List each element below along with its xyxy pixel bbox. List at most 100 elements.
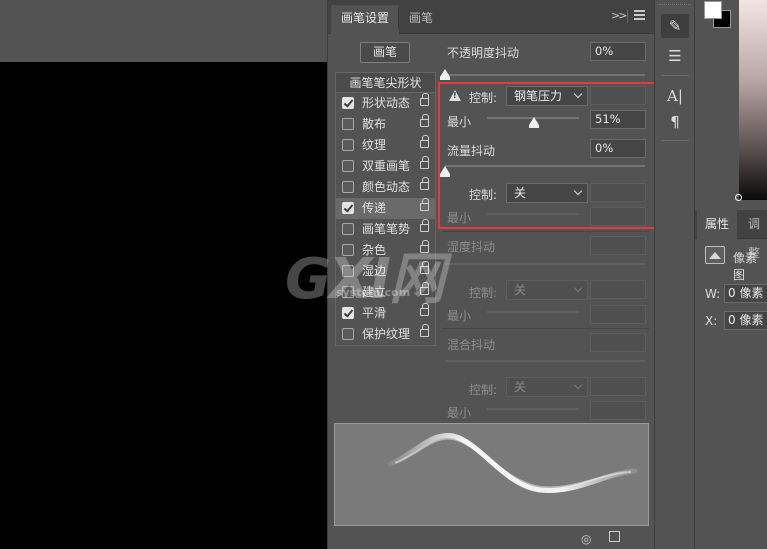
brush-tip-shape-header[interactable]: 画笔笔尖形状	[335, 72, 436, 93]
brush-presets-button[interactable]: 画笔	[360, 42, 410, 63]
warning-icon	[449, 90, 461, 101]
option-transfer[interactable]: 传递	[336, 198, 435, 219]
canvas-top-strip	[0, 0, 327, 62]
minimum-input	[590, 401, 646, 420]
divider	[442, 231, 649, 232]
lock-icon[interactable]	[420, 198, 429, 211]
paragraph-icon[interactable]: ¶	[661, 110, 689, 134]
panel-bottom-bar: ◎	[328, 530, 655, 549]
tab-brush-settings[interactable]: 画笔设置	[331, 5, 400, 34]
lock-icon[interactable]	[420, 156, 429, 169]
pixel-layer-icon	[705, 246, 725, 264]
option-label: 形状动态	[362, 96, 411, 110]
option-texture[interactable]: 纹理	[336, 135, 435, 156]
x-input[interactable]: 0 像素	[724, 311, 767, 330]
option-protect-texture[interactable]: 保护纹理	[336, 324, 435, 345]
chevron-down-icon	[573, 283, 583, 293]
flow-jitter-slider[interactable]	[445, 165, 645, 167]
lock-icon[interactable]	[420, 219, 429, 232]
new-brush-icon[interactable]	[609, 531, 620, 542]
minimum-slider	[487, 213, 579, 215]
document-canvas[interactable]	[0, 62, 327, 549]
option-label: 双重画笔	[362, 159, 411, 173]
opacity-jitter-input[interactable]: 0%	[590, 42, 646, 61]
checkbox[interactable]	[342, 202, 354, 214]
tab-brush[interactable]: 画笔	[398, 7, 443, 29]
select-value: 关	[514, 186, 527, 200]
select-value: 关	[514, 283, 527, 297]
x-label: X:	[705, 314, 718, 328]
brush-presets-icon[interactable]: ☰	[661, 44, 689, 68]
option-label: 纹理	[362, 138, 387, 152]
chevron-down-icon	[573, 186, 583, 196]
checkbox[interactable]	[342, 328, 354, 340]
checkbox[interactable]	[342, 181, 354, 193]
flow-jitter-slider-thumb[interactable]	[440, 166, 450, 177]
character-icon[interactable]: A|	[661, 84, 689, 108]
panel-tabbar: 画笔设置 画笔 >>	[328, 0, 655, 34]
minimum-input[interactable]: 51%	[590, 110, 646, 129]
checkbox[interactable]	[342, 118, 354, 130]
mix-jitter-label: 混合抖动	[447, 338, 496, 352]
minimum-label: 最小	[447, 406, 472, 420]
panel-menu-icon[interactable]	[634, 10, 645, 20]
wetness-jitter-label: 湿度抖动	[447, 240, 496, 254]
select-value: 关	[514, 380, 527, 394]
minimum-slider	[487, 408, 579, 410]
option-scattering[interactable]: 散布	[336, 114, 435, 135]
checkbox[interactable]	[342, 139, 354, 151]
color-picker-field[interactable]	[735, 0, 767, 201]
minimum-slider-thumb[interactable]	[528, 117, 539, 128]
mix-jitter-input	[590, 333, 646, 352]
wetness-control-select: 关	[506, 280, 588, 300]
option-shape-dynamics[interactable]: 形状动态	[336, 93, 435, 114]
minimum-label: 最小	[447, 115, 472, 129]
lock-icon[interactable]	[420, 135, 429, 148]
color-picker-marker[interactable]	[735, 194, 742, 201]
checkbox[interactable]	[342, 160, 354, 172]
width-input[interactable]: 0 像素	[724, 284, 767, 303]
flow-jitter-input[interactable]: 0%	[590, 139, 646, 158]
control-label: 控制:	[469, 91, 498, 105]
tab-adjustments[interactable]: 调整	[740, 210, 767, 260]
wetness-jitter-slider	[445, 263, 645, 265]
mix-control-select: 关	[506, 377, 588, 397]
opacity-control-select[interactable]: 钢笔压力	[506, 86, 588, 106]
minimum-input	[590, 305, 646, 324]
watermark-logo: GXI网	[285, 247, 445, 312]
option-dual-brush[interactable]: 双重画笔	[336, 156, 435, 177]
lock-icon[interactable]	[420, 114, 429, 127]
lock-icon[interactable]	[420, 177, 429, 190]
brush-stroke-preview-graphic	[387, 433, 638, 494]
watermark-text: system.com	[336, 286, 411, 299]
panel-icon-strip: ✎ ☰ A| ¶	[654, 0, 694, 549]
flow-control-select[interactable]: 关	[506, 183, 588, 203]
minimum-input	[590, 207, 646, 226]
chevron-down-icon	[573, 380, 583, 390]
opacity-jitter-slider-thumb[interactable]	[440, 69, 450, 80]
option-label: 保护纹理	[362, 327, 411, 341]
width-label: W:	[705, 287, 721, 301]
foreground-color-swatch[interactable]	[704, 1, 722, 19]
checkbox[interactable]	[342, 97, 354, 109]
divider	[661, 140, 689, 141]
control-3-extra-field	[590, 280, 646, 299]
tabbar-divider	[627, 10, 628, 23]
select-value: 钢笔压力	[514, 89, 563, 103]
control-1-extra-field[interactable]	[590, 86, 646, 105]
chevron-down-icon	[573, 89, 583, 99]
opacity-jitter-label: 不透明度抖动	[447, 46, 520, 60]
lock-icon[interactable]	[420, 324, 429, 337]
collapse-panel-icon[interactable]: >>	[611, 9, 628, 22]
option-color-dynamics[interactable]: 颜色动态	[336, 177, 435, 198]
tab-properties[interactable]: 属性	[697, 210, 738, 239]
control-2-extra-field[interactable]	[590, 183, 646, 202]
control-label: 控制:	[469, 383, 498, 397]
lock-icon[interactable]	[420, 93, 429, 106]
control-label: 控制:	[469, 286, 498, 300]
brush-settings-icon[interactable]: ✎	[661, 14, 689, 38]
eye-icon[interactable]: ◎	[581, 532, 591, 546]
brush-stroke-preview	[334, 423, 649, 526]
grip-icon[interactable]	[659, 4, 691, 8]
opacity-jitter-slider[interactable]	[445, 74, 645, 76]
